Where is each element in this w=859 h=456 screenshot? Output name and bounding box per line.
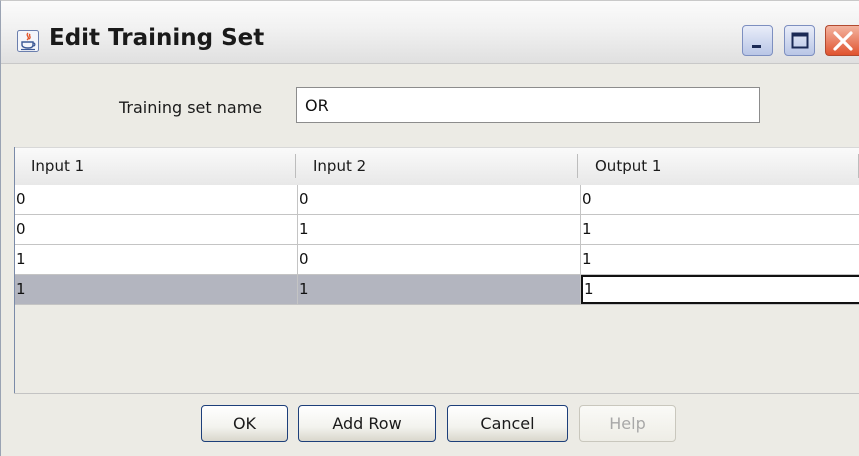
ok-button[interactable]: OK xyxy=(201,405,288,442)
minimize-button[interactable] xyxy=(742,25,773,56)
table-cell[interactable]: 1 xyxy=(581,245,859,274)
table-cell[interactable]: 1 xyxy=(15,275,297,304)
table-cell[interactable]: 0 xyxy=(15,185,297,214)
table-cell[interactable]: 1 xyxy=(298,215,580,244)
help-button: Help xyxy=(579,405,676,442)
minimize-icon xyxy=(752,45,761,48)
training-data-table: Input 1 Input 2 Output 1 0 0 0 0 1 1 1 0 xyxy=(14,147,859,393)
table-cell[interactable]: 0 xyxy=(298,245,580,274)
maximize-button[interactable] xyxy=(784,25,815,56)
table-cell[interactable]: 1 xyxy=(15,245,297,274)
table-cell[interactable]: 0 xyxy=(15,215,297,244)
edit-training-set-dialog: Edit Training Set Training set name Inpu… xyxy=(0,0,859,456)
table-row[interactable]: 0 0 0 xyxy=(15,185,859,215)
close-button[interactable] xyxy=(825,25,859,56)
close-icon xyxy=(833,31,853,51)
add-row-button[interactable]: Add Row xyxy=(298,405,436,442)
column-header-input-1[interactable]: Input 1 xyxy=(31,148,84,185)
java-app-icon xyxy=(17,30,39,52)
maximize-icon xyxy=(791,32,809,49)
column-header-output-1[interactable]: Output 1 xyxy=(595,148,661,185)
table-cell[interactable]: 0 xyxy=(298,185,580,214)
table-header: Input 1 Input 2 Output 1 xyxy=(15,147,859,186)
window-title: Edit Training Set xyxy=(49,25,265,51)
training-set-name-input[interactable] xyxy=(296,87,760,123)
column-separator[interactable] xyxy=(577,154,578,178)
table-cell[interactable]: 0 xyxy=(581,185,859,214)
column-header-input-2[interactable]: Input 2 xyxy=(313,148,366,185)
table-row[interactable]: 0 1 1 xyxy=(15,215,859,245)
table-row[interactable]: 1 0 1 xyxy=(15,245,859,275)
table-cell[interactable]: 1 xyxy=(581,215,859,244)
title-bar[interactable]: Edit Training Set xyxy=(1,1,859,64)
cancel-button[interactable]: Cancel xyxy=(447,405,568,442)
table-row-selected[interactable]: 1 1 1 xyxy=(15,275,859,305)
table-cell[interactable]: 1 xyxy=(298,275,580,304)
button-bar-divider xyxy=(14,393,859,394)
table-cell-editor[interactable]: 1 xyxy=(581,275,859,304)
training-set-name-label: Training set name xyxy=(119,98,263,117)
column-separator[interactable] xyxy=(295,154,296,178)
